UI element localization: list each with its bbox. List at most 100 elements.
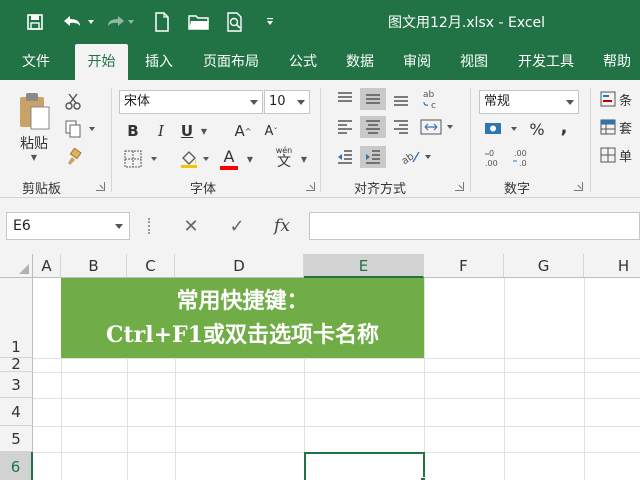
ribbon: 粘贴 ▼ 剪贴板 宋体 10 B I U ▼ A^ Aˇ A ▼ wén 文	[0, 80, 640, 198]
svg-text:.0: .0	[519, 159, 527, 168]
formula-bar: E6 ✕ ✓ fx	[0, 198, 640, 254]
italic-button[interactable]: I	[150, 120, 172, 142]
font-color-button[interactable]: A	[218, 146, 240, 170]
align-top-icon[interactable]	[334, 88, 356, 110]
font-name-select[interactable]: 宋体	[119, 90, 263, 114]
grow-font-button[interactable]: A ^	[232, 120, 254, 142]
borders-button[interactable]	[122, 148, 162, 170]
new-file-icon[interactable]	[150, 10, 174, 34]
underline-dropdown-icon[interactable]: ▼	[198, 124, 210, 138]
clipboard-group-label: 剪贴板	[22, 182, 62, 197]
row-header-3[interactable]: 3	[0, 372, 33, 398]
conditional-format-button[interactable]: 条	[600, 88, 640, 110]
currency-icon	[485, 123, 517, 134]
column-header-c[interactable]: C	[127, 254, 175, 278]
row-header-5[interactable]: 5	[0, 426, 33, 452]
font-color-label: A	[223, 146, 235, 166]
selected-cell-e6[interactable]	[304, 452, 425, 480]
svg-text:.00: .00	[485, 159, 498, 168]
tab-insert[interactable]: 插入	[136, 44, 182, 80]
customize-qat-icon[interactable]	[262, 10, 278, 34]
align-left-icon[interactable]	[334, 116, 356, 138]
clipboard-launcher-icon[interactable]	[96, 182, 105, 191]
undo-icon[interactable]	[58, 10, 98, 34]
align-right-icon[interactable]	[390, 116, 412, 138]
chevron-down-icon[interactable]	[115, 224, 123, 229]
resize-handle[interactable]	[148, 218, 151, 234]
tab-data[interactable]: 数据	[337, 44, 383, 80]
align-middle-icon[interactable]	[360, 88, 386, 110]
column-header-a[interactable]: A	[33, 254, 61, 278]
merge-center-button[interactable]	[418, 116, 458, 138]
increase-indent-icon[interactable]	[360, 146, 386, 168]
row-header-2[interactable]: 2	[0, 357, 33, 372]
format-as-table-button[interactable]: 套	[600, 116, 640, 138]
cut-icon[interactable]	[62, 90, 84, 112]
row-header-4[interactable]: 4	[0, 398, 33, 426]
formula-input[interactable]	[309, 212, 640, 240]
row-header-1[interactable]: 1	[0, 278, 33, 358]
font-launcher-icon[interactable]	[306, 182, 315, 191]
print-preview-icon[interactable]	[222, 10, 248, 34]
font-size-select[interactable]: 10	[264, 90, 310, 114]
save-icon[interactable]	[22, 10, 48, 34]
copy-icon[interactable]	[62, 118, 98, 140]
tab-help[interactable]: 帮助	[594, 44, 640, 80]
orientation-button[interactable]: ab	[398, 146, 436, 168]
paste-button[interactable]: 粘贴 ▼	[12, 88, 56, 164]
font-name-value: 宋体	[124, 94, 151, 109]
tab-view[interactable]: 视图	[451, 44, 497, 80]
alignment-launcher-icon[interactable]	[455, 182, 464, 191]
phonetic-button[interactable]: wén 文	[268, 144, 300, 172]
increase-decimal-icon[interactable]: 0.00	[482, 146, 506, 170]
column-header-e[interactable]: E	[304, 254, 424, 278]
shrink-font-button[interactable]: Aˇ	[260, 120, 282, 142]
decrease-decimal-icon[interactable]: .00.0	[510, 146, 534, 170]
tab-review[interactable]: 审阅	[394, 44, 440, 80]
grow-font-label: A	[234, 122, 245, 140]
paste-dropdown-icon[interactable]: ▼	[31, 153, 37, 162]
merged-title-cell[interactable]: 常用快捷键： Ctrl+F1或双击选项卡名称	[61, 278, 424, 358]
row-header-6[interactable]: 6	[0, 452, 33, 480]
enter-icon[interactable]: ✓	[222, 212, 252, 240]
open-folder-icon[interactable]	[186, 10, 212, 34]
align-bottom-icon[interactable]	[390, 88, 412, 110]
column-header-f[interactable]: F	[424, 254, 504, 278]
font-size-value: 10	[269, 94, 286, 109]
chevron-down-icon	[297, 100, 305, 105]
column-header-b[interactable]: B	[61, 254, 127, 278]
wrap-text-icon[interactable]: ab c	[420, 86, 444, 112]
ribbon-tabs: 文件 开始 插入 页面布局 公式 数据 审阅 视图 开发工具 帮助	[0, 44, 640, 80]
underline-button[interactable]: U	[176, 120, 198, 142]
name-box[interactable]: E6	[6, 212, 130, 240]
tab-page-layout[interactable]: 页面布局	[196, 44, 266, 80]
bold-button[interactable]: B	[122, 120, 144, 142]
cell-styles-button[interactable]: 单	[600, 144, 640, 166]
tab-developer[interactable]: 开发工具	[508, 44, 584, 80]
shrink-font-label: A	[264, 123, 274, 139]
insert-function-icon[interactable]: fx	[266, 212, 298, 240]
accounting-format-button[interactable]	[482, 118, 522, 140]
number-launcher-icon[interactable]	[574, 182, 583, 191]
cancel-icon[interactable]: ✕	[176, 212, 206, 240]
decrease-indent-icon[interactable]	[334, 146, 356, 168]
tab-file[interactable]: 文件	[10, 44, 62, 80]
column-header-h[interactable]: H	[584, 254, 640, 278]
paste-label: 粘贴	[20, 135, 48, 152]
tab-home[interactable]: 开始	[75, 44, 128, 80]
font-color-dropdown-icon[interactable]: ▼	[244, 152, 256, 166]
comma-style-button[interactable]: ,	[554, 116, 574, 138]
format-as-table-label: 套	[619, 121, 633, 137]
number-format-select[interactable]: 常规	[479, 90, 579, 114]
select-all-button[interactable]	[0, 254, 33, 278]
column-header-d[interactable]: D	[175, 254, 304, 278]
format-painter-icon[interactable]	[62, 146, 84, 168]
align-center-icon[interactable]	[360, 116, 386, 138]
percent-button[interactable]: %	[526, 118, 548, 140]
column-header-g[interactable]: G	[504, 254, 584, 278]
phonetic-dropdown-icon[interactable]: ▼	[298, 152, 310, 166]
redo-icon[interactable]	[104, 10, 140, 34]
tab-formulas[interactable]: 公式	[280, 44, 326, 80]
fill-color-button[interactable]	[178, 148, 214, 170]
cell-styles-label: 单	[619, 149, 633, 165]
